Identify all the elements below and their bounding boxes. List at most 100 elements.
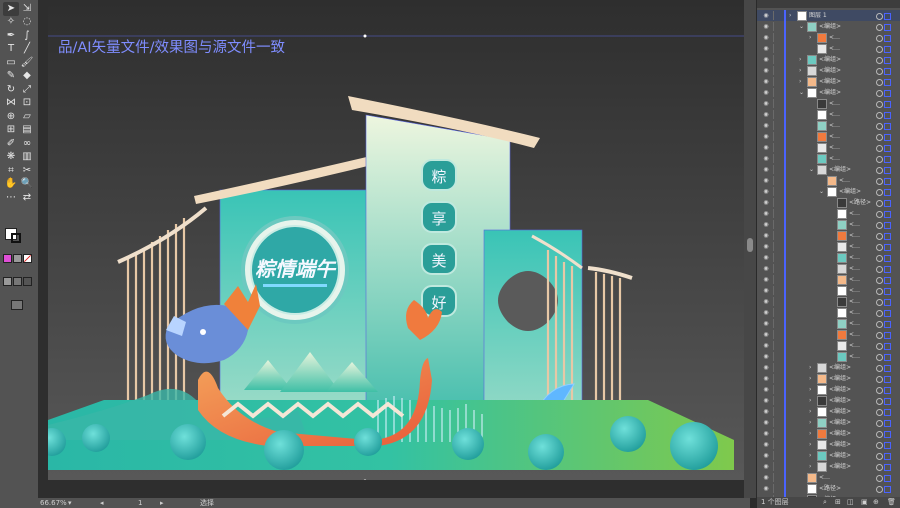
lock-column[interactable] [773, 99, 774, 108]
selection-square[interactable] [884, 321, 891, 328]
layer-row[interactable]: ◉ <… [757, 241, 900, 252]
visibility-eye-icon[interactable]: ◉ [761, 362, 771, 373]
lock-column[interactable] [773, 176, 774, 185]
mesh-icon[interactable]: ⊞ [3, 124, 19, 138]
target-circle-icon[interactable] [876, 79, 883, 86]
visibility-eye-icon[interactable]: ◉ [761, 109, 771, 120]
selection-square[interactable] [884, 255, 891, 262]
target-circle-icon[interactable] [876, 266, 883, 273]
curvature-icon[interactable]: ∫ [19, 29, 35, 43]
layer-row[interactable]: ◉ › <编组> [757, 417, 900, 428]
shape-builder-icon[interactable]: ⊕ [3, 110, 19, 124]
visibility-eye-icon[interactable]: ◉ [761, 32, 771, 43]
artboard-number[interactable]: 1 [138, 498, 142, 508]
lock-column[interactable] [773, 418, 774, 427]
layer-row[interactable]: ◉ <… [757, 307, 900, 318]
selection-square[interactable] [884, 101, 891, 108]
target-circle-icon[interactable] [876, 101, 883, 108]
layer-row[interactable]: ◉ <… [757, 340, 900, 351]
lock-column[interactable] [773, 352, 774, 361]
layer-row[interactable]: ◉ <… [757, 120, 900, 131]
lock-column[interactable] [773, 297, 774, 306]
selection-square[interactable] [884, 288, 891, 295]
artboard-nav-icon[interactable]: ◂ [100, 498, 104, 508]
visibility-eye-icon[interactable]: ◉ [761, 318, 771, 329]
layer-row[interactable]: ◉ › <编组> [757, 362, 900, 373]
lock-column[interactable] [773, 165, 774, 174]
lock-column[interactable] [773, 385, 774, 394]
expand-arrow-icon[interactable]: › [809, 439, 811, 450]
eyedropper-icon[interactable]: ✐ [3, 137, 19, 151]
lock-column[interactable] [773, 286, 774, 295]
clip-icon[interactable]: ◫ [847, 497, 854, 508]
visibility-eye-icon[interactable]: ◉ [761, 307, 771, 318]
selection-square[interactable] [884, 200, 891, 207]
lock-column[interactable] [773, 231, 774, 240]
layer-row[interactable]: ◉ › <编组> [757, 439, 900, 450]
visibility-eye-icon[interactable]: ◉ [761, 230, 771, 241]
expand-arrow-icon[interactable]: › [789, 10, 791, 21]
layer-row[interactable]: ◉ <… [757, 274, 900, 285]
layer-row[interactable]: ◉ ⌄ <编组> [757, 21, 900, 32]
export-icon[interactable]: ⌕ [823, 497, 827, 508]
layer-row[interactable]: ◉ <… [757, 285, 900, 296]
visibility-eye-icon[interactable]: ◉ [761, 439, 771, 450]
target-circle-icon[interactable] [876, 310, 883, 317]
visibility-eye-icon[interactable]: ◉ [761, 120, 771, 131]
lock-column[interactable] [773, 110, 774, 119]
target-circle-icon[interactable] [876, 376, 883, 383]
target-circle-icon[interactable] [876, 387, 883, 394]
selection-square[interactable] [884, 79, 891, 86]
layer-row[interactable]: ◉ › <编组> [757, 461, 900, 472]
selection-square[interactable] [884, 464, 891, 471]
lock-column[interactable] [773, 264, 774, 273]
layer-row[interactable]: ◉ <… [757, 252, 900, 263]
zoom-level[interactable]: 66.67% [40, 498, 67, 508]
visibility-eye-icon[interactable]: ◉ [761, 21, 771, 32]
new-layer-icon[interactable]: ⊕ [873, 497, 879, 508]
visibility-eye-icon[interactable]: ◉ [761, 10, 771, 21]
visibility-eye-icon[interactable]: ◉ [761, 186, 771, 197]
selection-square[interactable] [884, 211, 891, 218]
lock-column[interactable] [773, 33, 774, 42]
layer-row[interactable]: ◉ <… [757, 98, 900, 109]
collapse-arrow-icon[interactable]: ⌄ [819, 186, 824, 197]
free-transform-icon[interactable]: ⊡ [19, 97, 35, 111]
visibility-eye-icon[interactable]: ◉ [761, 219, 771, 230]
target-circle-icon[interactable] [876, 244, 883, 251]
lock-column[interactable] [773, 242, 774, 251]
none-swatch[interactable] [23, 254, 32, 263]
target-circle-icon[interactable] [876, 145, 883, 152]
lock-column[interactable] [773, 440, 774, 449]
target-circle-icon[interactable] [876, 321, 883, 328]
visibility-eye-icon[interactable]: ◉ [761, 197, 771, 208]
target-circle-icon[interactable] [876, 288, 883, 295]
expand-arrow-icon[interactable]: › [809, 395, 811, 406]
selection-square[interactable] [884, 35, 891, 42]
visibility-eye-icon[interactable]: ◉ [761, 417, 771, 428]
visibility-eye-icon[interactable]: ◉ [761, 373, 771, 384]
target-circle-icon[interactable] [876, 409, 883, 416]
lock-column[interactable] [773, 341, 774, 350]
selection-square[interactable] [884, 442, 891, 449]
target-circle-icon[interactable] [876, 277, 883, 284]
layer-row[interactable]: ◉ › <编组> [757, 395, 900, 406]
visibility-eye-icon[interactable]: ◉ [761, 472, 771, 483]
blend-icon[interactable]: ∞ [19, 137, 35, 151]
draw-mode[interactable] [3, 271, 37, 290]
target-circle-icon[interactable] [876, 365, 883, 372]
selection-square[interactable] [884, 387, 891, 394]
collapse-arrow-icon[interactable]: ⌄ [799, 87, 804, 98]
target-circle-icon[interactable] [876, 57, 883, 64]
layer-row[interactable]: ◉ › <编组> [757, 428, 900, 439]
target-circle-icon[interactable] [876, 255, 883, 262]
layer-row[interactable]: ◉ <… [757, 43, 900, 54]
visibility-eye-icon[interactable]: ◉ [761, 340, 771, 351]
paintbrush-icon[interactable]: 🖌 [19, 56, 35, 70]
target-circle-icon[interactable] [876, 90, 883, 97]
expand-arrow-icon[interactable]: › [809, 362, 811, 373]
visibility-eye-icon[interactable]: ◉ [761, 384, 771, 395]
target-circle-icon[interactable] [876, 24, 883, 31]
scale-icon[interactable]: ⤢ [19, 83, 35, 97]
selection-square[interactable] [884, 420, 891, 427]
